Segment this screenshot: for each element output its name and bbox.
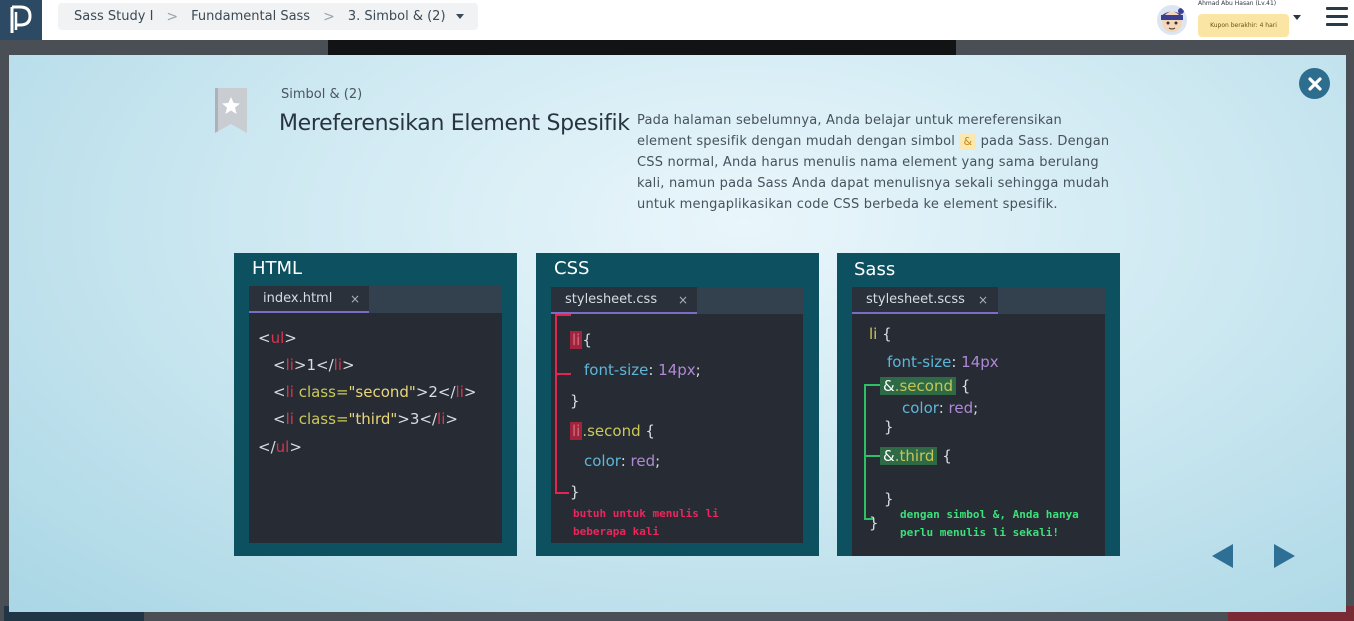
code-line: color: red; [584, 452, 661, 470]
code-line: font-size: 14px; [584, 361, 701, 379]
hamburger-menu-icon[interactable] [1326, 7, 1348, 27]
code-line: </ul> [258, 438, 302, 456]
chevron-down-icon[interactable] [455, 14, 464, 19]
background-video-strip [328, 40, 956, 56]
panel-title: CSS [554, 258, 590, 279]
coupon-badge: Kupon berakhir: 4 hari [1198, 14, 1289, 37]
code-line: <li>1</li> [273, 356, 355, 374]
tab-filename: index.html [263, 291, 333, 306]
bookmark-star-icon [215, 88, 247, 133]
breadcrumb-item-course[interactable]: Sass Study I [74, 9, 153, 24]
editor-tab[interactable]: stylesheet.css [551, 287, 697, 314]
editor-tabbar: stylesheet.scss × [852, 287, 1105, 314]
slide-subtitle: Simbol & (2) [281, 87, 363, 102]
breadcrumb: Sass Study I > Fundamental Sass > 3. Sim… [58, 3, 478, 30]
progate-logo-icon [10, 5, 32, 33]
code-line: li { [869, 325, 892, 343]
editor-tab[interactable]: stylesheet.scss [852, 287, 998, 314]
panel-title: HTML [252, 258, 303, 279]
code-line: } [884, 418, 894, 436]
code-editor: stylesheet.scss × li { font-size: 14px &… [852, 287, 1105, 556]
symbol-badge: & [959, 134, 977, 150]
chevron-right-icon: > [323, 8, 335, 25]
top-bar: Sass Study I > Fundamental Sass > 3. Sim… [0, 0, 1354, 40]
annotation-tick [864, 455, 880, 457]
html-panel: HTML index.html × <ul> <li>1</li> <li cl… [234, 253, 517, 556]
close-circle-icon [1307, 76, 1322, 91]
user-menu[interactable]: Ahmad Abu Hasan (Lv.41) Kupon berakhir: … [1157, 0, 1307, 40]
annotation-note: dengan simbol &, Anda hanya perlu menuli… [900, 508, 1079, 539]
annotation-tick [555, 373, 571, 375]
annotation-bracket [555, 314, 557, 494]
close-tab-icon[interactable]: × [978, 293, 988, 307]
panel-title: Sass [854, 259, 896, 280]
code-line: li .second { [570, 422, 655, 440]
code-editor: index.html × <ul> <li>1</li> <li class="… [249, 286, 502, 543]
code-line: font-size: 14px [887, 353, 999, 371]
code-line: &.third { [880, 447, 952, 465]
arrow-right-icon[interactable] [1274, 544, 1295, 568]
code-line: } [570, 392, 580, 410]
avatar[interactable] [1157, 5, 1187, 35]
close-button[interactable] [1299, 68, 1330, 99]
breadcrumb-item-chapter[interactable]: Fundamental Sass [191, 9, 310, 24]
slide-title: Mereferensikan Element Spesifik [279, 111, 630, 136]
annotation-bracket [864, 384, 866, 519]
annotation-tick [555, 314, 571, 316]
close-tab-icon[interactable]: × [350, 292, 360, 306]
code-line: color: red; [902, 399, 979, 417]
arrow-left-icon[interactable] [1212, 544, 1233, 568]
breadcrumb-item-lesson[interactable]: 3. Simbol & (2) [348, 9, 446, 24]
code-line: <ul> [258, 329, 297, 347]
code-line: } [884, 490, 894, 508]
annotation-tick [555, 492, 569, 494]
code-editor: stylesheet.css × li{ font-size: 14px; } … [551, 287, 803, 543]
slide-modal: Simbol & (2) Mereferensikan Element Spes… [9, 55, 1346, 612]
css-panel: CSS stylesheet.css × li{ font-size: 14px… [536, 253, 819, 556]
editor-tabbar: stylesheet.css × [551, 287, 803, 314]
code-line: } [570, 483, 580, 501]
code-line: &.second { [880, 377, 970, 395]
editor-tabbar: index.html × [249, 286, 502, 313]
slide-description: Pada halaman sebelumnya, Anda belajar un… [637, 110, 1115, 215]
chevron-right-icon: > [166, 8, 179, 25]
code-line: } [869, 514, 879, 532]
annotation-note: butuh untuk menulis li beberapa kali [573, 507, 719, 538]
annotation-tick [864, 384, 880, 386]
code-line: <li class="third">3</li> [273, 410, 458, 428]
logo[interactable] [0, 0, 42, 40]
user-name: Ahmad Abu Hasan (Lv.41) [1198, 0, 1277, 7]
sass-panel: Sass stylesheet.scss × li { font-size: 1… [837, 253, 1120, 556]
code-line: <li class="second">2</li> [273, 383, 477, 401]
chevron-down-icon[interactable] [1293, 15, 1301, 20]
close-tab-icon[interactable]: × [678, 293, 688, 307]
tab-filename: stylesheet.scss [866, 292, 965, 307]
code-line: li{ [570, 331, 592, 349]
tab-filename: stylesheet.css [565, 292, 658, 307]
